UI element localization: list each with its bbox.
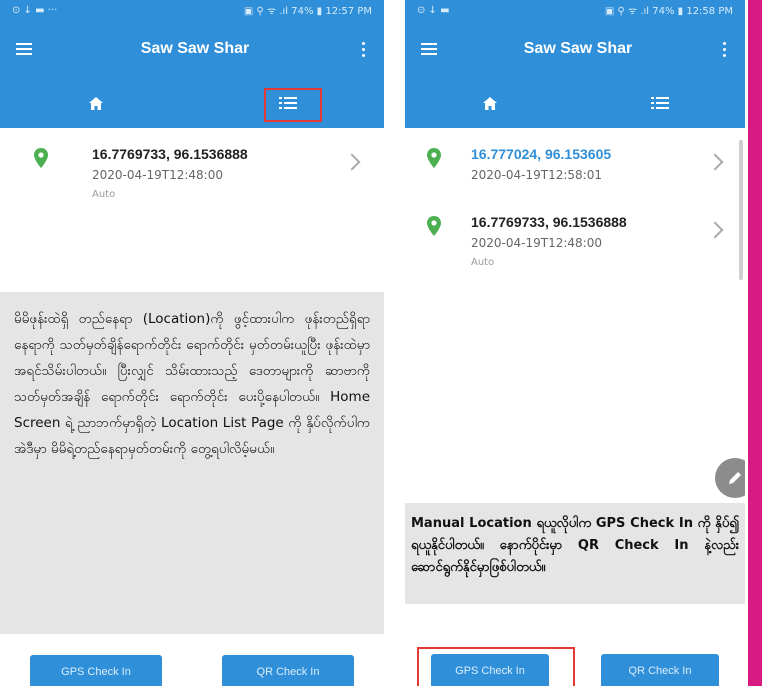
edit-fab-button[interactable]: [715, 458, 745, 498]
tab-bar: [405, 78, 745, 128]
tab-home[interactable]: [405, 78, 575, 128]
map-pin-icon: [427, 148, 441, 168]
status-bar: ⊙ ↓ ▬ ··· ▣ ⚲ ᯤ .ıl 74% ▮ 12:57 PM: [0, 0, 384, 20]
explanation-text-box: Manual Location ရယူလိုပါက GPS Check In က…: [405, 503, 745, 604]
tab-location-list[interactable]: [575, 78, 745, 128]
explanation-text-box: မိမိဖုန်းထဲရှိ တည်နေရာ (Location)ကို ဖွင…: [0, 292, 384, 634]
qr-check-in-button[interactable]: QR Check In: [601, 654, 719, 686]
more-options-icon[interactable]: [719, 41, 729, 57]
status-bar: ⊙ ↓ ▬ ▣ ⚲ ᯤ .ıl 74% ▮ 12:58 PM: [405, 0, 745, 20]
location-mode: Auto: [471, 257, 495, 268]
qr-check-in-button[interactable]: QR Check In: [222, 655, 354, 686]
map-pin-icon: [34, 148, 48, 168]
location-timestamp: 2020-04-19T12:48:00: [471, 236, 602, 250]
location-coordinates: 16.777024, 96.153605: [471, 146, 612, 162]
explanation-text: မိမိဖုန်းထဲရှိ တည်နေရာ (Location)ကို ဖွင…: [14, 311, 370, 457]
list-item[interactable]: 16.777024, 96.153605 2020-04-19T12:58:01: [405, 140, 745, 208]
tab-home[interactable]: [0, 78, 192, 128]
page-edge-bar: [748, 0, 762, 686]
status-left: ⊙ ↓ ▬: [417, 4, 450, 16]
hamburger-menu-icon[interactable]: [16, 43, 32, 55]
screen-location-list-1: ⊙ ↓ ▬ ··· ▣ ⚲ ᯤ .ıl 74% ▮ 12:57 PM Saw S…: [0, 0, 384, 686]
tab-bar: [0, 78, 384, 128]
map-pin-icon: [427, 216, 441, 236]
edit-pencil-icon: [729, 472, 741, 484]
app-bar: Saw Saw Shar: [0, 20, 384, 78]
home-icon: [89, 96, 103, 110]
location-coordinates: 16.7769733, 96.1536888: [471, 214, 627, 230]
list-icon: [651, 97, 669, 109]
status-right: ▣ ⚲ ᯤ .ıl 74% ▮ 12:58 PM: [604, 6, 733, 17]
chevron-right-icon: [706, 221, 724, 239]
highlight-box-gps-button: [417, 647, 575, 686]
location-timestamp: 2020-04-19T12:48:00: [92, 168, 223, 182]
home-icon: [483, 96, 497, 110]
more-options-icon[interactable]: [358, 41, 368, 57]
location-list: 16.777024, 96.153605 2020-04-19T12:58:01…: [405, 128, 745, 276]
app-bar: Saw Saw Shar: [405, 20, 745, 78]
chevron-right-icon: [343, 153, 361, 171]
status-right: ▣ ⚲ ᯤ .ıl 74% ▮ 12:57 PM: [243, 6, 372, 17]
screen-location-list-2: ⊙ ↓ ▬ ▣ ⚲ ᯤ .ıl 74% ▮ 12:58 PM Saw Saw S…: [405, 0, 745, 686]
location-mode: Auto: [92, 189, 116, 200]
list-item[interactable]: 16.7769733, 96.1536888 2020-04-19T12:48:…: [0, 140, 384, 208]
app-title: Saw Saw Shar: [523, 40, 633, 57]
scrollbar[interactable]: [739, 140, 743, 280]
chevron-right-icon: [706, 153, 724, 171]
location-coordinates: 16.7769733, 96.1536888: [92, 146, 248, 162]
highlight-box-list-tab: [264, 88, 322, 122]
location-list: 16.7769733, 96.1536888 2020-04-19T12:48:…: [0, 128, 384, 208]
gps-check-in-button[interactable]: GPS Check In: [30, 655, 162, 686]
status-left: ⊙ ↓ ▬ ···: [12, 4, 58, 16]
check-in-buttons: GPS Check In QR Check In: [0, 655, 384, 686]
app-title: Saw Saw Shar: [140, 40, 250, 57]
explanation-text: Manual Location ရယူလိုပါက GPS Check In က…: [411, 516, 739, 575]
list-item[interactable]: 16.7769733, 96.1536888 2020-04-19T12:48:…: [405, 208, 745, 276]
hamburger-menu-icon[interactable]: [421, 43, 437, 55]
location-timestamp: 2020-04-19T12:58:01: [471, 168, 602, 182]
